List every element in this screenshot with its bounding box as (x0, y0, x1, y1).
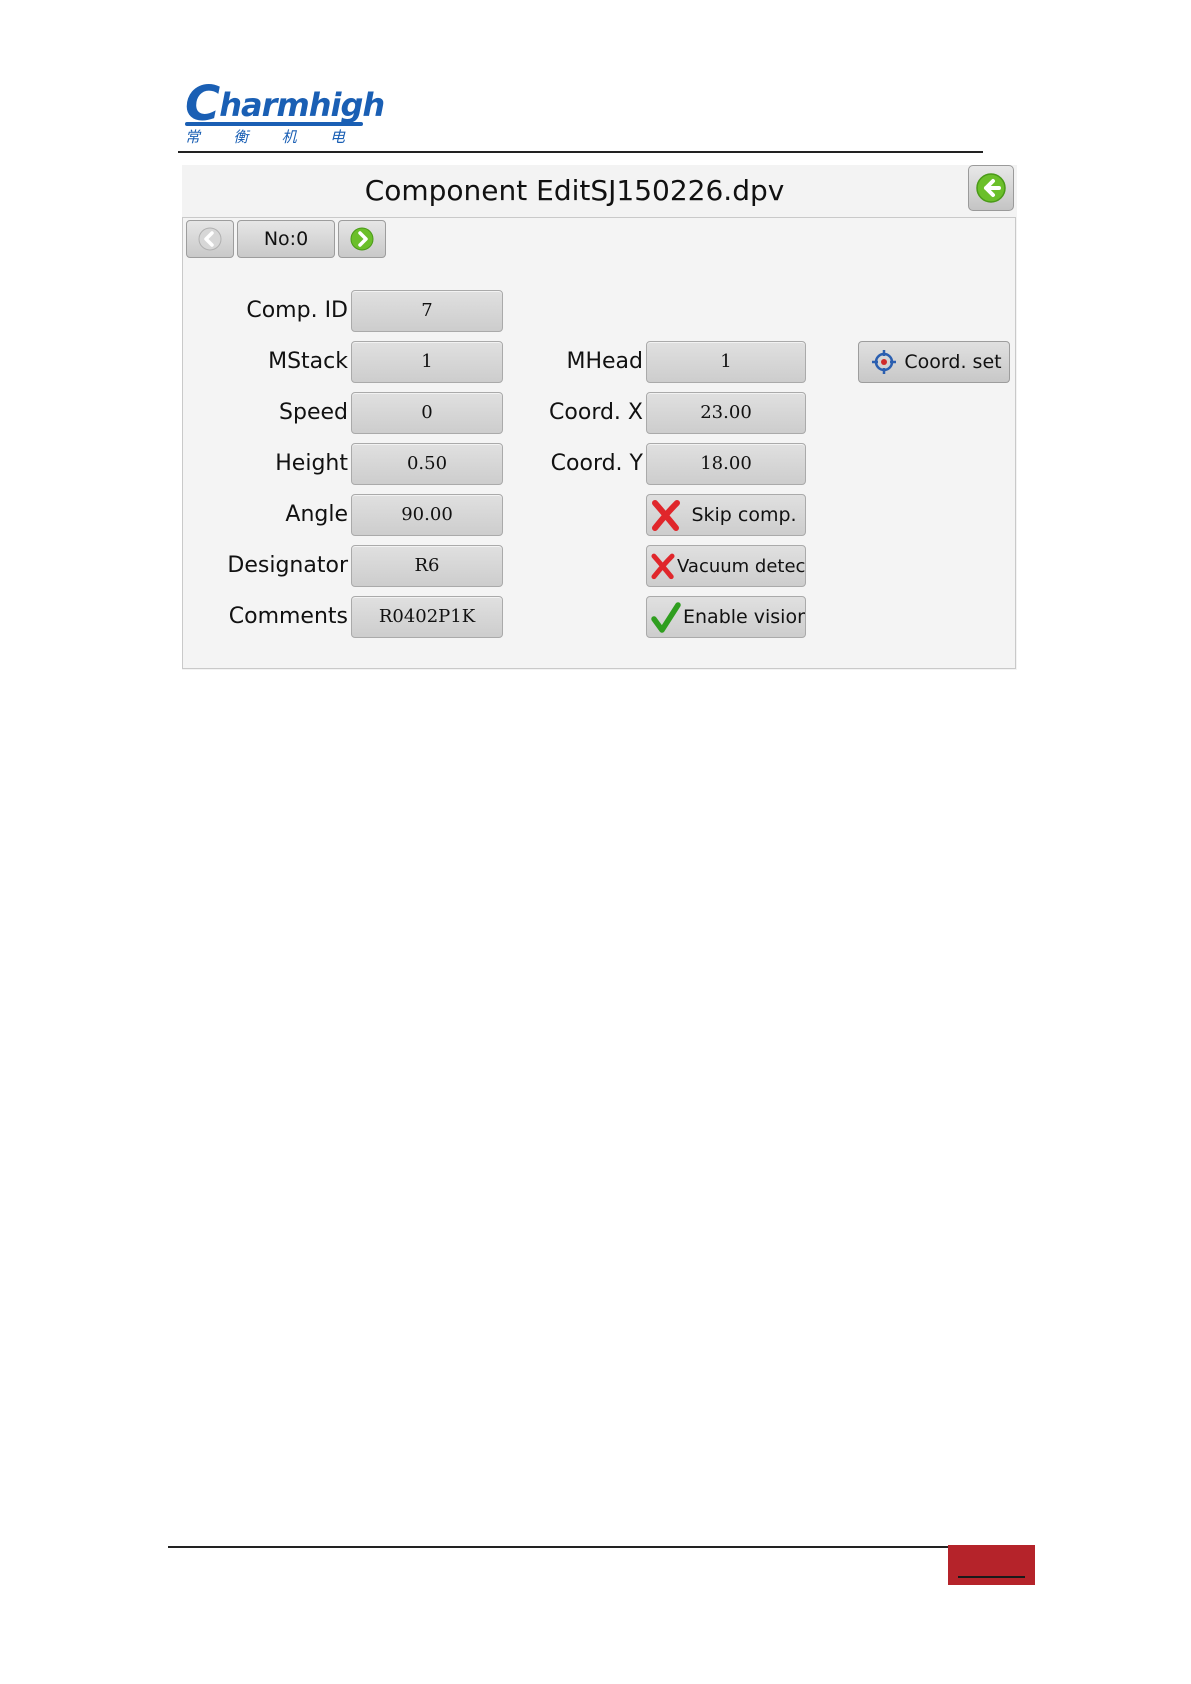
comp-id-label: Comp. ID (246, 298, 348, 323)
vacuum-detect-label: Vacuum detect. (677, 555, 806, 577)
angle-label: Angle (285, 502, 348, 527)
mstack-label: MStack (268, 349, 348, 374)
logo-wordmark: Charmhigh (185, 76, 385, 132)
mhead-field[interactable]: 1 (646, 341, 806, 383)
mhead-label: MHead (566, 349, 643, 374)
coord-y-label: Coord. Y (550, 451, 643, 476)
mstack-field[interactable]: 1 (351, 341, 503, 383)
coord-set-button[interactable]: Coord. set (858, 341, 1010, 383)
header-divider (178, 151, 983, 153)
footer-divider (168, 1546, 948, 1548)
page-title: Component EditSJ150226.dpv (364, 174, 785, 207)
comments-field[interactable]: R0402P1K (351, 596, 503, 638)
prev-arrow-icon (198, 227, 222, 251)
comments-label: Comments (228, 604, 348, 629)
record-number-button[interactable]: No:0 (237, 220, 335, 258)
enable-vision-label: Enable vision (683, 606, 806, 628)
footer-page-line (958, 1576, 1025, 1578)
red-x-icon (651, 553, 675, 580)
component-edit-screen: Component EditSJ150226.dpv No:0 Comp. ID… (182, 165, 1017, 670)
speed-field[interactable]: 0 (351, 392, 503, 434)
coord-x-label: Coord. X (549, 400, 643, 425)
enable-vision-toggle[interactable]: Enable vision (646, 596, 806, 638)
height-label: Height (275, 451, 348, 476)
back-button[interactable] (968, 165, 1014, 211)
next-record-button[interactable] (338, 220, 386, 258)
coord-y-field[interactable]: 18.00 (646, 443, 806, 485)
logo-underline (185, 122, 363, 126)
skip-comp-label: Skip comp. (691, 504, 797, 526)
prev-record-button[interactable] (186, 220, 234, 258)
comp-id-field[interactable]: 7 (351, 290, 503, 332)
footer-page-block (948, 1545, 1035, 1585)
title-bar: Component EditSJ150226.dpv (182, 165, 1017, 217)
designator-field[interactable]: R6 (351, 545, 503, 587)
charmhigh-logo: Charmhigh 常 衡 机 电 (185, 80, 385, 152)
angle-field[interactable]: 90.00 (351, 494, 503, 536)
skip-comp-toggle[interactable]: Skip comp. (646, 494, 806, 536)
green-check-icon (651, 602, 681, 633)
designator-label: Designator (227, 553, 348, 578)
height-field[interactable]: 0.50 (351, 443, 503, 485)
next-arrow-icon (350, 227, 374, 251)
red-x-icon (652, 500, 680, 531)
logo-chinese-text: 常 衡 机 电 (185, 128, 345, 146)
vacuum-detect-toggle[interactable]: Vacuum detect. (646, 545, 806, 587)
back-arrow-icon (976, 173, 1006, 203)
speed-label: Speed (279, 400, 348, 425)
crosshair-target-icon (872, 350, 896, 374)
coord-set-label: Coord. set (904, 351, 1002, 373)
content-frame: No:0 Comp. ID MStack Speed Height Angle … (182, 217, 1016, 669)
coord-x-field[interactable]: 23.00 (646, 392, 806, 434)
